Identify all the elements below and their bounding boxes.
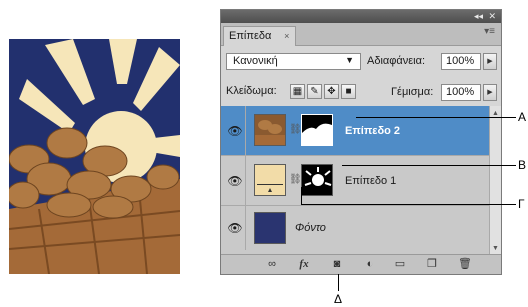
composite-photo (9, 39, 180, 274)
chevron-down-icon: ▼ (345, 55, 354, 65)
layer-thumbnail[interactable] (254, 212, 286, 244)
divider (245, 106, 246, 155)
trash-icon[interactable]: 🗑 (457, 257, 473, 271)
layer-name[interactable]: Επίπεδο 2 (345, 124, 400, 138)
layer-thumbnail[interactable] (254, 114, 286, 146)
panel-tab-row: Επίπεδα × ▾≡ (221, 23, 501, 46)
fill-label: Γέμισμα: (391, 86, 434, 98)
link-chain-icon[interactable]: ⛓ (289, 124, 302, 135)
layer-name[interactable]: Φόντο (295, 221, 326, 235)
opacity-input[interactable]: 100% (441, 53, 481, 70)
lock-position-icon[interactable]: ✥ (324, 84, 339, 99)
scroll-down-icon[interactable]: ▼ (490, 243, 501, 254)
visibility-eye-icon[interactable]: 👁 (227, 221, 243, 235)
layer-name[interactable]: Επίπεδο 1 (345, 174, 396, 188)
visibility-eye-icon[interactable]: 👁 (227, 174, 243, 188)
layer-mask-thumbnail[interactable] (301, 164, 333, 196)
lock-image-icon[interactable]: ✎ (307, 84, 322, 99)
callout-label-c: Γ (518, 197, 525, 211)
blend-mode-select[interactable]: Κανονική ▼ (226, 53, 361, 70)
layers-panel: ◂◂ ✕ Επίπεδα × ▾≡ Κανονική ▼ Αδιαφάνεια:… (220, 9, 502, 275)
tab-layers[interactable]: Επίπεδα × (223, 26, 297, 46)
callout-line-c (301, 204, 516, 205)
layer-row-background[interactable]: 👁 Φόντο (221, 206, 489, 250)
layers-scrollbar[interactable]: ▲ ▼ (489, 106, 501, 256)
new-group-folder-icon[interactable]: ▭ (392, 257, 408, 271)
layer-mask-thumbnail[interactable] (301, 114, 333, 146)
callout-label-a: Α (518, 110, 527, 124)
lock-label: Κλείδωμα: (226, 85, 277, 97)
callout-line-c-vert (301, 187, 302, 204)
new-layer-icon[interactable]: ❐ (424, 257, 440, 271)
blend-mode-value: Κανονική (233, 55, 278, 67)
callout-label-d: Δ (334, 292, 343, 306)
close-panel-icon[interactable]: ✕ (488, 10, 496, 23)
divider (245, 156, 246, 205)
fx-icon[interactable]: fx (296, 257, 312, 271)
opacity-label: Αδιαφάνεια: (367, 55, 426, 67)
opacity-slider-button[interactable]: ▶ (483, 53, 497, 70)
tab-close-icon[interactable]: × (284, 27, 289, 45)
divider (245, 206, 246, 250)
link-layers-icon[interactable]: ∞ (264, 257, 280, 271)
collapse-panel-icon[interactable]: ◂◂ (474, 10, 483, 23)
fill-input[interactable]: 100% (441, 84, 481, 101)
panel-bottom-toolbar: ∞ fx ◙ ◐ ▭ ❐ 🗑 (221, 254, 501, 274)
panel-title-bar: ◂◂ ✕ (221, 10, 501, 23)
lock-transparency-icon[interactable]: ▦ (290, 84, 305, 99)
callout-label-b: Β (518, 158, 527, 172)
layer-row-layer-2[interactable]: 👁 ⛓ Επίπεδο 2 (221, 106, 489, 156)
panel-menu-icon[interactable]: ▾≡ (484, 26, 495, 37)
link-chain-icon[interactable]: ⛓ (289, 174, 302, 185)
fill-swatch-thumbnail[interactable] (254, 164, 286, 196)
callout-line-b (342, 165, 516, 166)
layers-list: 👁 ⛓ Επίπεδο 2 👁 ⛓ Επίπεδο 1 👁 Φόντο (221, 106, 489, 256)
layer-row-layer-1[interactable]: 👁 ⛓ Επίπεδο 1 (221, 156, 489, 206)
fill-slider-button[interactable]: ▶ (483, 84, 497, 101)
visibility-eye-icon[interactable]: 👁 (227, 124, 243, 138)
add-mask-icon[interactable]: ◙ (329, 257, 345, 271)
adjustment-layer-icon[interactable]: ◐ (362, 257, 378, 271)
lock-all-icon[interactable]: ■ (341, 84, 356, 99)
callout-line-a (356, 117, 516, 118)
callout-line-d (338, 274, 339, 291)
tab-layers-label: Επίπεδα (229, 30, 272, 42)
